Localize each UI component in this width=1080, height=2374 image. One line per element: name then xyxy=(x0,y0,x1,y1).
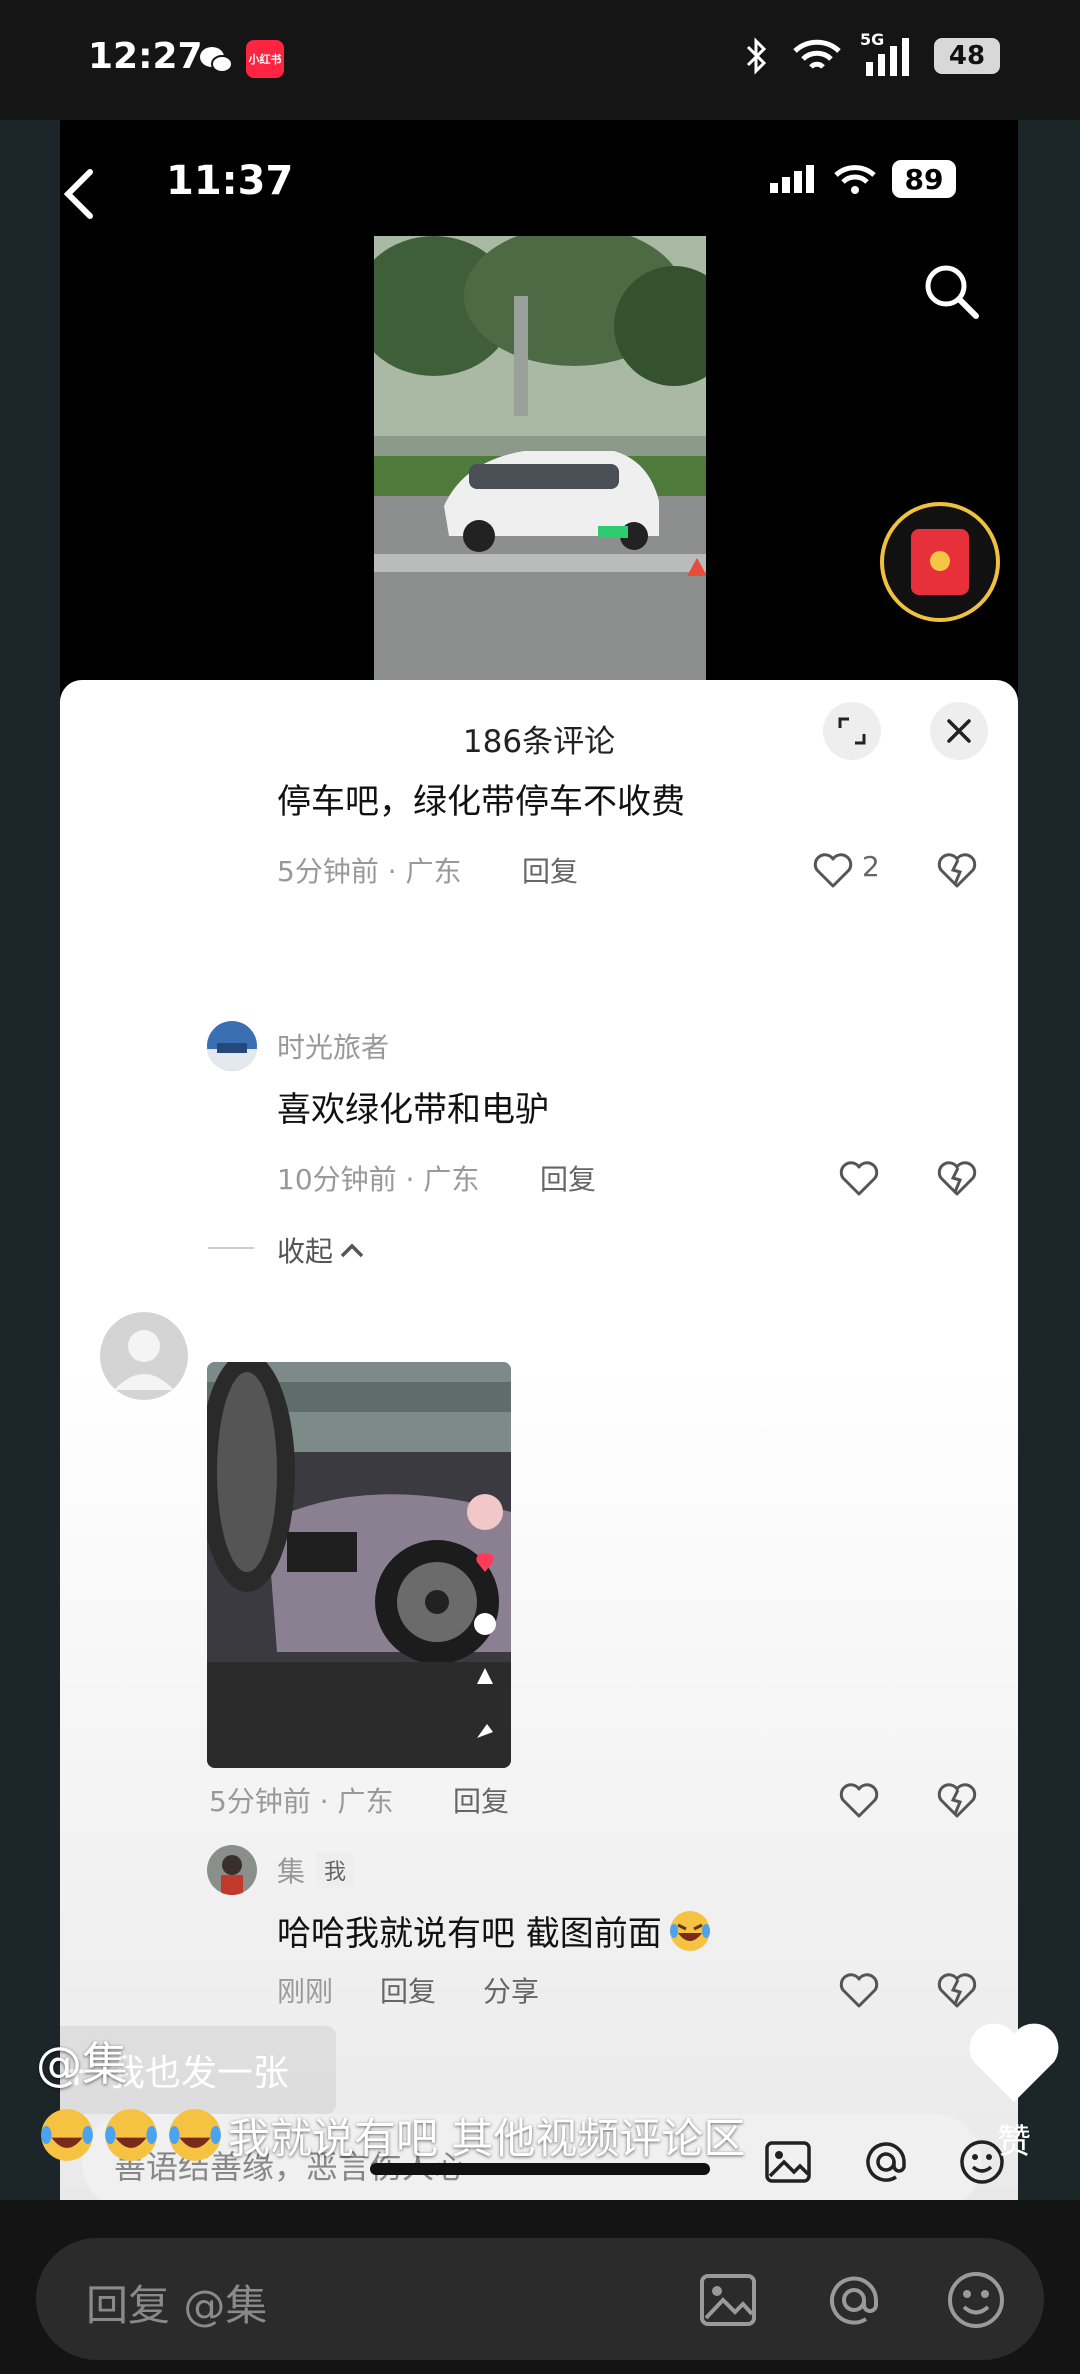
image-icon[interactable] xyxy=(762,2136,814,2188)
expand-button[interactable] xyxy=(823,702,881,760)
cellular-signal-icon: 5G xyxy=(860,30,916,76)
wechat-icon xyxy=(200,47,233,73)
like-icon[interactable] xyxy=(838,1780,880,1820)
laughing-crying-emoji-icon xyxy=(41,2109,93,2161)
signal-dots-icon xyxy=(770,165,814,193)
home-indicator xyxy=(370,2163,710,2175)
reply-input-placeholder: 回复 @集 xyxy=(86,2281,268,2330)
outer-clock: 12:27 xyxy=(88,36,203,77)
reply-button[interactable]: 回复 xyxy=(540,1158,596,1198)
inner-screenshot: 11:37 89 186条评论 停车吧，绿化带停车不收费 5分钟前 · 广东 回… xyxy=(60,120,1018,2200)
me-badge: 我 xyxy=(316,1852,355,1888)
chevron-up-icon xyxy=(340,1243,364,1258)
like-label: 赞 xyxy=(997,2122,1031,2162)
comment-meta: 刚刚 xyxy=(277,1975,334,2008)
outer-status-bar: 12:27 小红书 5G 48 xyxy=(0,0,1080,120)
bluetooth-icon xyxy=(746,37,767,75)
video-caption: 我就说有吧 其他视频评论区 xyxy=(36,2104,745,2166)
commenter-name[interactable]: 时光旅者 xyxy=(277,1026,389,1066)
comment-meta: 5分钟前 · 广东 xyxy=(209,1785,394,1818)
inner-wifi-icon xyxy=(834,165,876,194)
like-icon[interactable] xyxy=(812,850,854,890)
at-icon[interactable] xyxy=(822,2268,886,2332)
comment-text-row: 哈哈我就说有吧 截图前面 xyxy=(277,1906,714,1955)
dislike-icon[interactable] xyxy=(936,850,978,890)
dislike-icon[interactable] xyxy=(936,1970,978,2010)
post-image-label: 我也发一张 xyxy=(108,2053,289,2094)
comment-meta: 5分钟前 · 广东 xyxy=(277,855,462,888)
xiaohongshu-icon: 小红书 xyxy=(246,40,284,78)
image-icon[interactable] xyxy=(696,2268,760,2332)
emoji-icon[interactable] xyxy=(944,2268,1008,2332)
right-strip xyxy=(1018,120,1080,2200)
video-author[interactable]: @集 xyxy=(36,2028,128,2094)
share-button[interactable]: 分享 xyxy=(483,1970,539,2010)
close-button[interactable] xyxy=(930,702,988,760)
like-count: 2 xyxy=(862,850,880,883)
search-icon[interactable] xyxy=(920,260,982,322)
avatar[interactable] xyxy=(207,1021,257,1071)
comment-text: 喜欢绿化带和电驴 xyxy=(277,1090,549,1130)
heart-icon xyxy=(969,2023,1059,2102)
dislike-icon[interactable] xyxy=(936,1780,978,1820)
network-type: 5G xyxy=(860,30,885,49)
collapse-replies-button[interactable]: 收起 xyxy=(277,1230,365,1270)
like-button[interactable]: 赞 xyxy=(954,2020,1074,2163)
inner-status-bar: 11:37 89 xyxy=(60,120,1018,240)
inner-clock: 11:37 xyxy=(166,158,294,204)
dislike-icon[interactable] xyxy=(936,1158,978,1198)
comment-text: 停车吧，绿化带停车不收费 xyxy=(277,782,685,822)
reply-button[interactable]: 回复 xyxy=(380,1970,436,2010)
comment-image[interactable] xyxy=(207,1362,511,1768)
reply-input[interactable]: 回复 @集 xyxy=(36,2238,1044,2360)
default-avatar[interactable] xyxy=(100,1312,188,1400)
laughing-crying-emoji-icon xyxy=(169,2109,221,2161)
video-caption-text: 我就说有吧 其他视频评论区 xyxy=(228,2113,746,2163)
like-icon[interactable] xyxy=(838,1970,880,2010)
my-avatar[interactable] xyxy=(207,1845,257,1895)
reply-button[interactable]: 回复 xyxy=(522,850,578,890)
video-thumbnail[interactable] xyxy=(374,236,706,682)
wifi-icon xyxy=(793,39,841,69)
at-icon[interactable] xyxy=(860,2136,912,2188)
outer-battery: 48 xyxy=(934,38,1000,74)
reply-button[interactable]: 回复 xyxy=(453,1780,509,1820)
expand-icon xyxy=(838,717,866,745)
outer-status-icons: 5G 48 xyxy=(738,30,1000,76)
collapse-label: 收起 xyxy=(277,1235,334,1268)
red-packet-button[interactable] xyxy=(880,502,1000,622)
comment-meta: 10分钟前 · 广东 xyxy=(277,1163,480,1196)
xiaohongshu-icon-label: 小红书 xyxy=(248,53,282,66)
outer-battery-level: 48 xyxy=(948,41,986,71)
laughing-crying-emoji-icon xyxy=(669,1910,710,1951)
inner-battery: 89 xyxy=(892,160,956,198)
comment-text: 哈哈我就说有吧 截图前面 xyxy=(277,1914,662,1954)
commenter-name[interactable]: 集 xyxy=(277,1850,305,1890)
left-strip xyxy=(0,120,60,2200)
close-icon xyxy=(947,719,971,743)
like-icon[interactable] xyxy=(838,1158,880,1198)
inner-battery-level: 89 xyxy=(904,162,944,196)
collapse-divider xyxy=(208,1247,254,1249)
laughing-crying-emoji-icon xyxy=(105,2109,157,2161)
comment-panel: 186条评论 停车吧，绿化带停车不收费 5分钟前 · 广东 回复 2 时光旅者 … xyxy=(60,680,1018,2200)
inner-status-icons: 89 xyxy=(768,160,956,198)
red-envelope-icon xyxy=(911,529,969,595)
back-arrow-icon xyxy=(63,169,93,219)
